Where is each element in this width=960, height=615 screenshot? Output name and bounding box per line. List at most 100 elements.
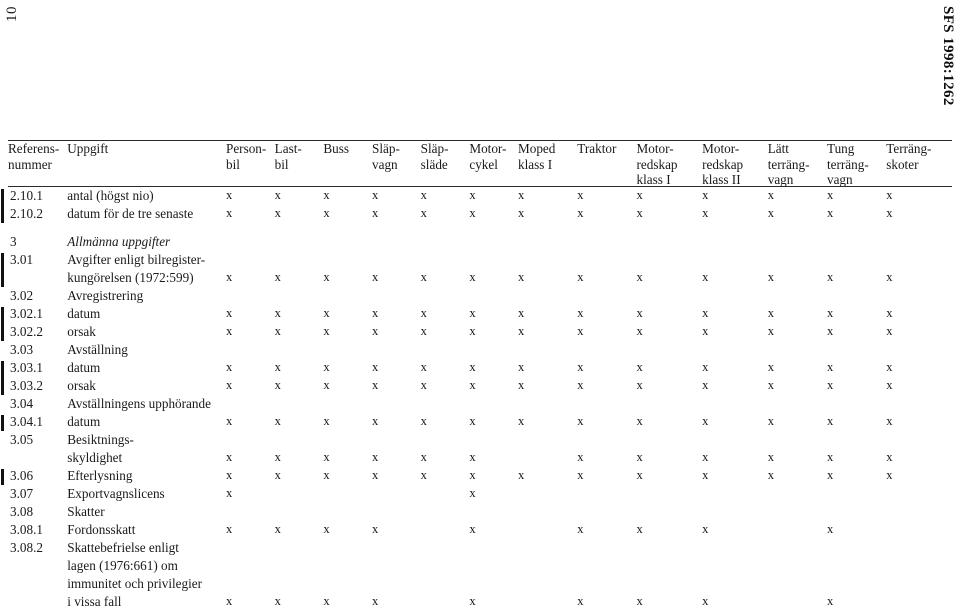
cell-mark-m12 [827,342,886,360]
cell-mark-m12: x [826,206,834,221]
cell-mark-m4 [372,288,421,306]
cell-mark-m11 [768,432,827,450]
cell-mark-m13: x [886,450,893,465]
cell-mark-m4: x [372,188,379,203]
cell-mark-m13: x [886,414,893,429]
cell-mark-m13 [886,594,952,612]
cell-mark-m2: x [274,206,281,221]
cell-mark-m10: x [702,206,709,221]
table-row: 3.06 Efterlysning x x x x x x x x x x x x x [8,468,952,486]
cell-mark-m3 [323,576,372,594]
cell-mark-m1 [226,342,275,360]
cell-mark-m8: x [577,378,584,393]
cell-mark-m5: x [420,306,427,321]
table-row: 3.08.1 Fordonsskatt x x x x x x x x x [8,522,952,540]
cell-mark-m11 [768,396,827,414]
row-label: orsak [67,378,96,394]
cell-mark-m2 [275,252,324,270]
cell-mark-m5: x [420,360,427,375]
table-row: 3.03 Avställning [8,342,952,360]
cell-mark-m5 [421,504,470,522]
cell-mark-m9: x [636,414,643,429]
cell-mark-m9 [637,540,703,558]
cell-mark-m9 [637,252,703,270]
sfs-reference: SFS 1998:1262 [940,6,956,106]
cell-mark-m7 [518,396,577,414]
cell-mark-m5 [421,522,470,540]
cell-mark-m8 [577,558,636,576]
cell-mark-m4 [372,558,421,576]
cell-mark-m10: x [702,594,709,609]
cell-mark-m10 [702,504,768,522]
cell-mark-m5 [421,252,470,270]
cell-mark-m9 [637,558,703,576]
cell-mark-m9: x [636,270,643,285]
cell-mark-m7 [518,342,577,360]
cell-mark-m1: x [225,486,233,501]
row-label: Avregistrering [67,288,144,304]
row-reference-number: 3.05 [10,432,34,448]
cell-mark-m9 [637,504,703,522]
table-row: 3.08 Skatter [8,504,952,522]
table-header-rule [8,185,952,187]
cell-mark-m5 [421,594,470,612]
cell-mark-m6 [469,432,518,450]
cell-mark-m11 [768,558,827,576]
cell-mark-m1 [226,558,275,576]
cell-mark-m2 [275,558,324,576]
cell-mark-m11: x [767,306,775,321]
cell-mark-m4 [372,504,421,522]
cell-mark-m6: x [469,468,476,483]
cell-mark-m12 [827,540,886,558]
row-label: Avställning [67,342,128,358]
cell-mark-m6 [469,504,518,522]
cell-mark-m5: x [420,206,427,221]
cell-mark-m12: x [826,188,834,203]
cell-mark-m13: x [886,324,893,339]
cell-mark-m2 [275,432,324,450]
row-reference-number: 3.02 [10,288,34,304]
table-row: 3.03.2 orsak x x x x x x x x x x x x x [8,378,952,396]
cell-mark-m1: x [225,360,233,375]
cell-mark-m13: x [886,468,893,483]
row-reference-number: 3.08 [10,504,34,520]
cell-mark-m8 [577,288,636,306]
change-bar [1,360,4,395]
cell-mark-m13 [886,288,952,306]
cell-mark-m7 [518,594,577,612]
cell-mark-m4: x [372,450,379,465]
change-bar [1,414,4,431]
cell-mark-m3: x [323,270,330,285]
column-header-m6: Motor- cykel [469,141,507,172]
cell-mark-m1: x [225,206,233,221]
cell-mark-m10: x [702,324,709,339]
cell-mark-m2 [275,396,324,414]
cell-mark-m9 [637,342,703,360]
cell-mark-m7 [518,522,577,540]
cell-mark-m1 [226,396,275,414]
cell-mark-m4: x [372,270,379,285]
column-header-m12: Tung terräng- vagn [826,141,869,188]
cell-mark-m4: x [372,306,379,321]
cell-mark-m2: x [274,594,281,609]
cell-mark-m8: x [577,206,584,221]
cell-mark-m9: x [636,378,643,393]
cell-mark-m6: x [469,306,476,321]
cell-mark-m13: x [886,378,893,393]
cell-mark-m1 [226,432,275,450]
cell-mark-m2 [275,288,324,306]
cell-mark-m2: x [274,450,281,465]
row-reference-number: 2.10.2 [10,206,43,222]
cell-mark-m7: x [518,360,525,375]
cell-mark-m12 [827,486,886,504]
cell-mark-m4: x [372,324,379,339]
cell-mark-m5 [421,486,470,504]
cell-mark-m1: x [225,594,233,609]
cell-mark-m7 [518,432,577,450]
cell-mark-m7 [518,558,577,576]
cell-mark-m9: x [636,468,643,483]
cell-mark-m2: x [274,270,281,285]
cell-mark-m8: x [577,468,584,483]
cell-mark-m12: x [826,468,834,483]
row-reference-number: 3 [10,234,17,250]
